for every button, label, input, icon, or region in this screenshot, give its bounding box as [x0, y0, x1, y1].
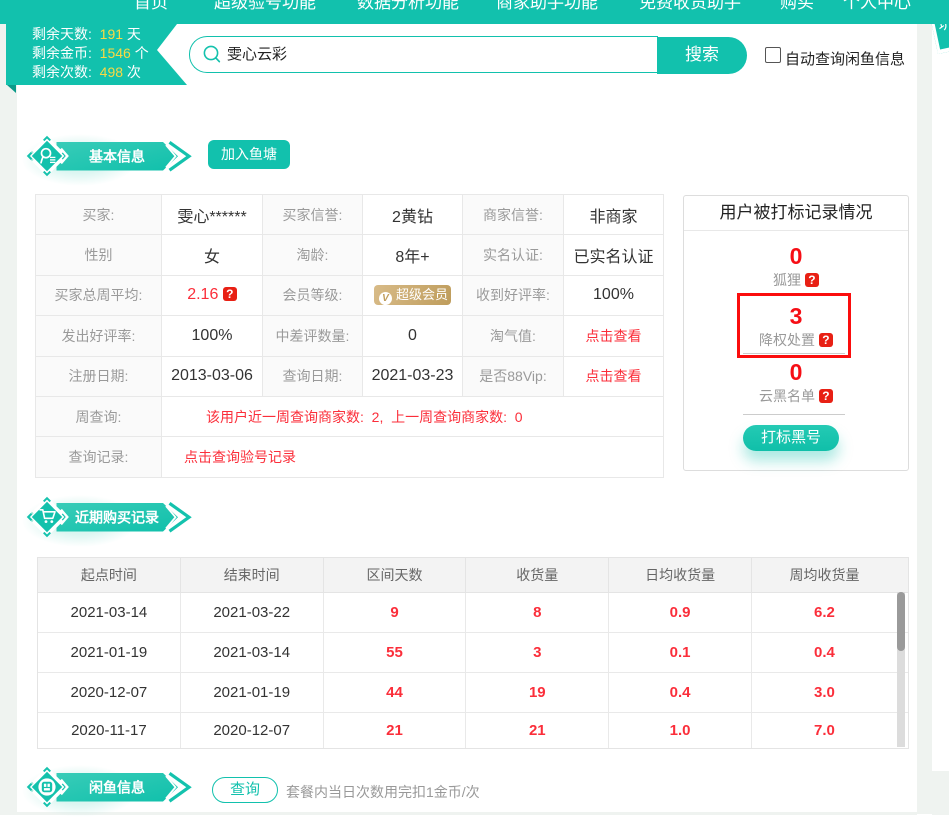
svg-text:闲鱼信息: 闲鱼信息: [89, 779, 145, 795]
svg-text:基本信息: 基本信息: [89, 148, 145, 164]
svg-text:近期购买记录: 近期购买记录: [75, 509, 159, 525]
